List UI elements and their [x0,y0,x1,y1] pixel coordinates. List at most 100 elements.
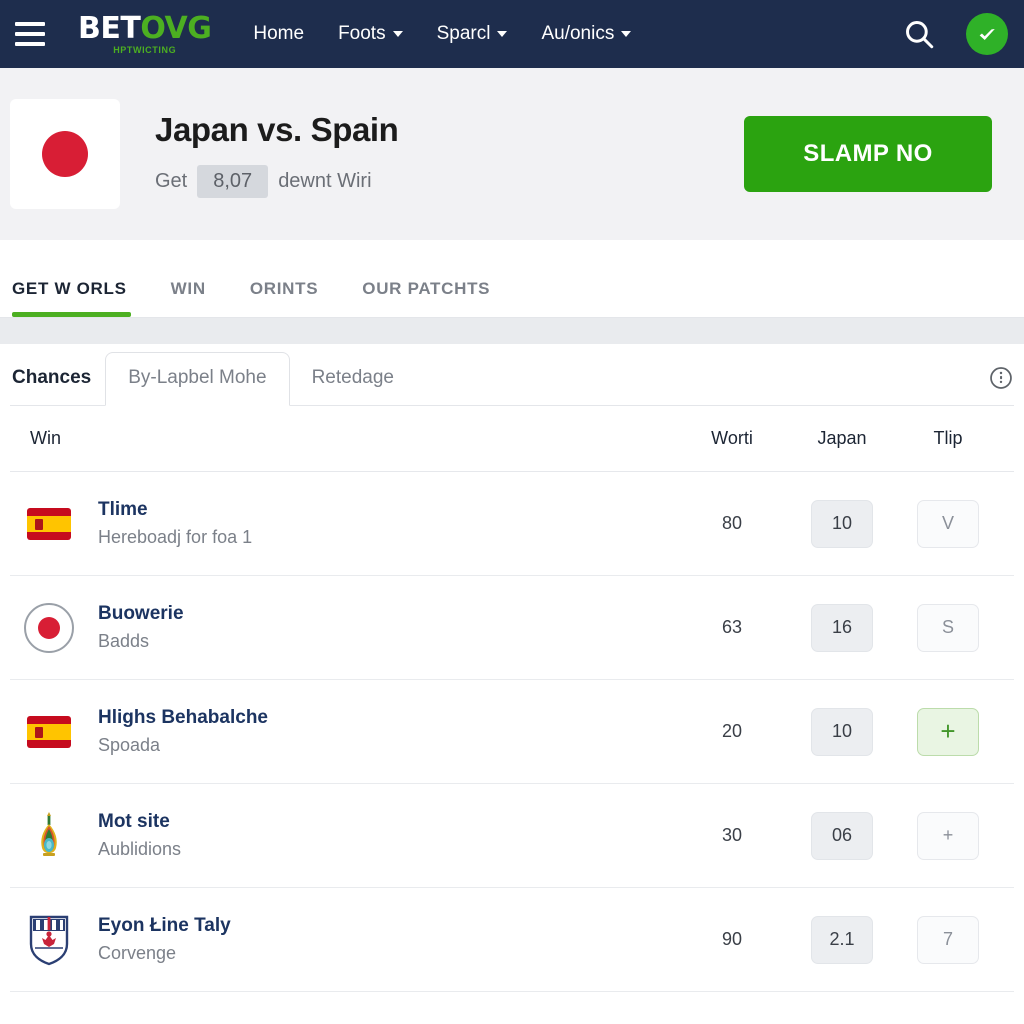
flag-graphic [27,715,71,748]
tab-win[interactable]: WIN [149,279,228,317]
row-subtitle: Hereboadj for foa 1 [98,527,253,547]
crest-graphic [29,915,69,965]
chances-subtabs: Chances By-Lapbel Mohe Retedage [10,344,1014,406]
chevron-down-icon [497,31,508,37]
hamburger-bar [15,22,45,26]
add-selection-button[interactable]: + [917,707,979,756]
cell-japan: 10 [788,707,896,756]
odds-button-tlip[interactable]: 7 [917,915,979,964]
nav-item-foots[interactable]: Foots [338,23,403,45]
table-header: Win Worti Japan Tlip [10,406,1014,472]
subtitle-prefix: Get [155,169,188,192]
logo-primary-text: BET [78,10,141,46]
section-tabs: GET W ORLS WIN ORINTS OUR PATCHTS [0,240,1024,318]
row-title[interactable]: Buowerie [98,603,676,625]
table-row[interactable]: Hlighs Behabalche Spoada 20 10 + [10,680,1014,784]
row-title[interactable]: Mot site [98,811,676,833]
nav-label: Sparcl [436,23,491,44]
odds-button-japan[interactable]: 10 [811,707,873,756]
chevron-down-icon [621,31,632,37]
row-text: Buowerie Badds [76,603,676,652]
subtab-by-lapbel-mohe[interactable]: By-Lapbel Mohe [105,352,290,406]
logo-wordmark: BETOVG [78,10,212,46]
nav-label: Foots [338,23,386,44]
spain-flag-icon [22,705,76,759]
flag-graphic [27,507,71,540]
tab-get-w-orls[interactable]: GET W ORLS [10,279,149,317]
chances-panel: Chances By-Lapbel Mohe Retedage Win Wort… [0,344,1024,992]
flag-graphic [24,602,74,653]
row-title[interactable]: Tlime [98,499,676,521]
cell-worth: 30 [721,825,743,845]
tab-our-patchts[interactable]: OUR PATCHTS [340,279,512,317]
column-header-worti: Worti [711,428,753,448]
hamburger-bar [15,32,45,36]
column-header-tlip: Tlip [933,428,963,448]
match-subtitle: Get 8,07 dewnt Wiri [155,164,398,198]
cell-japan: 06 [788,811,896,860]
row-text: Mot site Aublidions [76,811,676,860]
subtab-retedage[interactable]: Retedage [290,353,416,405]
info-circle-icon[interactable] [988,365,1014,391]
spain-flag-icon [22,497,76,551]
cell-tlip: S [896,603,1000,652]
japan-flag-circle-icon [22,601,76,655]
cell-worth: 20 [721,721,743,741]
row-text: Tlime Hereboadj for foa 1 [76,499,676,548]
nav-item-home[interactable]: Home [253,23,304,45]
subtitle-suffix: dewnt Wiri [278,169,372,192]
odds-button-tlip[interactable]: S [917,603,979,652]
table-row[interactable]: Tlime Hereboadj for foa 1 80 10 V [10,472,1014,576]
odds-button-tlip[interactable]: V [917,499,979,548]
row-text: Hlighs Behabalche Spoada [76,707,676,756]
cell-japan: 10 [788,499,896,548]
column-header-japan: Japan [817,428,867,448]
row-text: Eyon Łine Taly Corvenge [76,915,676,964]
nav-label: Au/onics [541,23,615,44]
hamburger-bar [15,42,45,46]
header-actions [902,13,1008,55]
odds-button-japan[interactable]: 10 [811,499,873,548]
table-row[interactable]: Buowerie Badds 63 16 S [10,576,1014,680]
row-title[interactable]: Eyon Łine Taly [98,915,676,937]
trophy-graphic [41,811,57,856]
top-navigation-bar: BETOVG HPTWICTING Home Foots Sparcl Au/o… [0,0,1024,68]
cell-tlip: + [896,707,1000,756]
cell-japan: 16 [788,603,896,652]
trophy-icon [22,809,76,863]
odds-button-tlip[interactable]: + [917,811,979,860]
table-row[interactable]: Mot site Aublidions 30 06 + [10,784,1014,888]
section-divider [0,318,1024,344]
cell-japan: 2.1 [788,915,896,964]
odds-button-japan[interactable]: 16 [811,603,873,652]
row-subtitle: Badds [98,631,150,651]
logo-tagline: HPTWICTING [113,44,177,55]
avatar[interactable] [966,13,1008,55]
cell-worth: 63 [721,617,743,637]
cell-tlip: + [896,811,1000,860]
slamp-no-button[interactable]: SLAMP NO [744,116,992,192]
japan-flag-icon [10,99,120,209]
site-logo[interactable]: BETOVG HPTWICTING [78,10,212,55]
table-row[interactable]: Eyon Łine Taly Corvenge 90 2.1 7 [10,888,1014,992]
cell-worth: 80 [721,513,743,533]
page-title: Japan vs. Spain [155,110,399,148]
cell-worth: 90 [721,929,743,949]
crest-badge-icon [22,913,76,967]
nav-item-sparcl[interactable]: Sparcl [437,23,508,45]
row-title[interactable]: Hlighs Behabalche [98,707,676,729]
tab-orints[interactable]: ORINTS [228,279,340,317]
row-subtitle: Corvenge [98,943,177,963]
hamburger-icon[interactable] [10,17,50,51]
nav-item-auonics[interactable]: Au/onics [541,23,632,45]
cell-tlip: 7 [896,915,1000,964]
odds-button-japan[interactable]: 06 [811,811,873,860]
search-icon[interactable] [902,17,936,51]
check-icon [979,28,995,40]
logo-accent-text: OVG [140,10,212,46]
odds-chip: 8,07 [197,164,269,198]
cell-tlip: V [896,499,1000,548]
row-subtitle: Spoada [98,735,161,755]
odds-button-japan[interactable]: 2.1 [811,915,873,964]
flag-disc [38,616,60,639]
